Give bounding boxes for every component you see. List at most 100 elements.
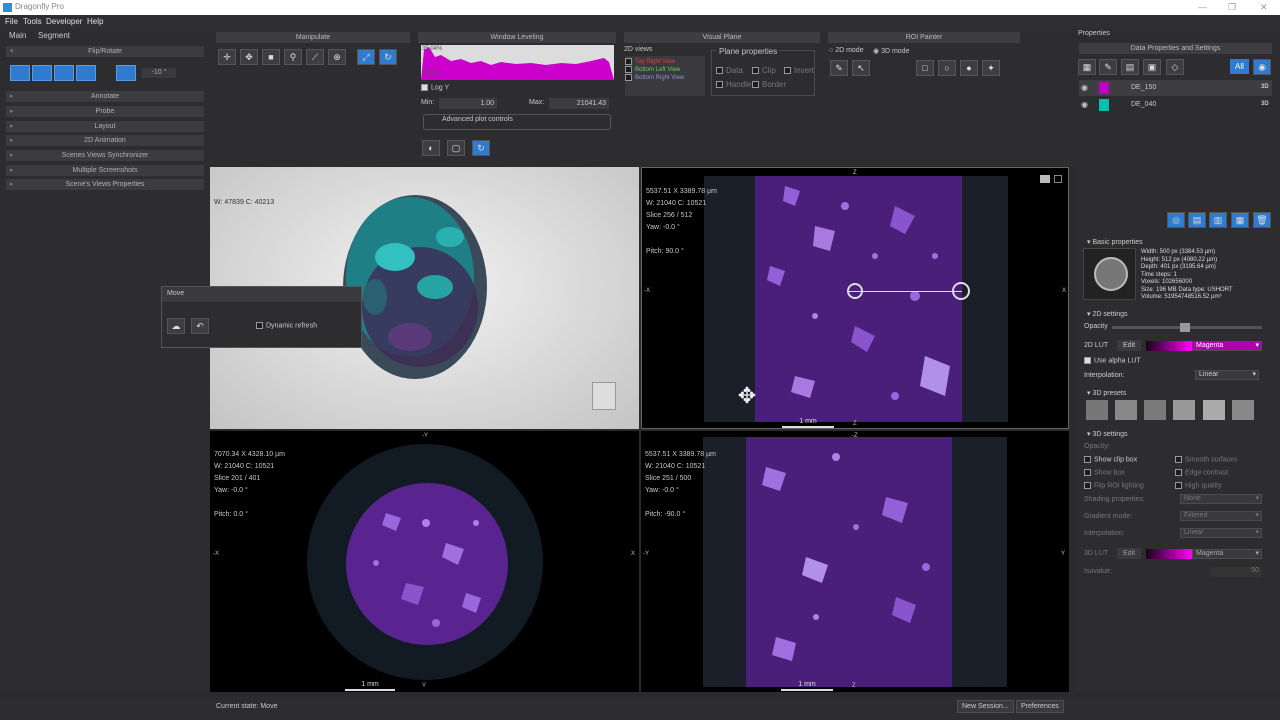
visibility-all-icon[interactable]: ◉	[1253, 59, 1271, 75]
3d-mode-radio[interactable]: ◉ 3D mode	[873, 47, 909, 55]
import-data-icon[interactable]: ▦	[1231, 212, 1249, 228]
show-clip-box-checkbox[interactable]: Show clip box	[1084, 456, 1137, 463]
edge-contrast-checkbox[interactable]: Edge contrast	[1175, 469, 1228, 476]
new-data-icon[interactable]: ▤	[1121, 59, 1139, 75]
flip-depth-button[interactable]	[54, 65, 74, 81]
orientation-cube-icon[interactable]	[592, 382, 616, 410]
preset-6-icon[interactable]	[1232, 400, 1254, 420]
undo-move-icon[interactable]: ↶	[191, 318, 209, 334]
section-2d-animation[interactable]: ▸ 2D Animation	[6, 135, 204, 146]
3d-settings-header[interactable]: ▾ 3D settings	[1087, 430, 1269, 440]
section-scene-views-properties[interactable]: ▸ Scene's Views Properties	[6, 179, 204, 190]
copy-data-icon[interactable]: ▤	[1188, 212, 1206, 228]
multi-data-icon[interactable]: ▣	[1143, 59, 1161, 75]
2d-interpolation-select[interactable]: Linear	[1195, 370, 1259, 380]
menu-file[interactable]: File	[5, 17, 18, 26]
shading-select[interactable]: None	[1180, 494, 1262, 504]
flip-horizontal-button[interactable]	[10, 65, 30, 81]
preset-4-icon[interactable]	[1173, 400, 1195, 420]
2d-lut-select[interactable]: Magenta	[1192, 341, 1262, 351]
section-multiple-screenshots[interactable]: ▸ Multiple Screenshots	[6, 165, 204, 176]
rotate-angle-field[interactable]: -10 °	[142, 68, 176, 78]
histogram[interactable]: 35.04% 0.00%	[421, 45, 614, 80]
all-button[interactable]: All	[1230, 59, 1249, 74]
section-layout[interactable]: ▸ Layout	[6, 121, 204, 132]
shape-data-icon[interactable]: ◇	[1166, 59, 1184, 75]
view-bottom-left[interactable]: 7070.34 X 4328.10 µm W: 21040 C: 10521 S…	[210, 431, 639, 692]
3d-interpolation-select[interactable]: Linear	[1180, 528, 1262, 538]
rotate-button[interactable]	[116, 65, 136, 81]
rotate-handle-icon[interactable]	[952, 282, 970, 300]
gradient-mode-select[interactable]: Filtered	[1180, 511, 1262, 521]
smooth-surfaces-checkbox[interactable]: Smooth surfaces	[1175, 456, 1238, 463]
fit-view-icon[interactable]: ⤢	[357, 49, 375, 65]
3d-lut-select[interactable]: Magenta	[1192, 549, 1262, 559]
2d-mode-radio[interactable]: ○ 2D mode	[829, 47, 864, 54]
grid-view-icon[interactable]: ▦	[1078, 59, 1096, 75]
preset-5-icon[interactable]	[1203, 400, 1225, 420]
dataset-row[interactable]: ◉ DE_040 3D	[1079, 97, 1272, 113]
reset-view-icon[interactable]: ↻	[379, 49, 397, 65]
3d-presets-header[interactable]: ▾ 3D presets	[1087, 389, 1269, 399]
flip-rotate-header[interactable]: ▾ Flip/Rotate	[6, 46, 204, 57]
section-scenes-sync[interactable]: ▸ Scenes Views Synchronizer	[6, 150, 204, 161]
eye-icon[interactable]: ◉	[1081, 100, 1088, 109]
smart-brush-icon[interactable]: ✦	[982, 60, 1000, 76]
opacity-slider[interactable]	[1112, 323, 1262, 332]
basic-properties-header[interactable]: ▾ Basic properties	[1087, 238, 1269, 248]
border-checkbox[interactable]: Border	[752, 80, 786, 89]
advanced-plot-controls[interactable]: Advanced plot controls	[423, 114, 611, 130]
max-field[interactable]: 21041.43	[549, 98, 609, 109]
3d-lut-edit-button[interactable]: Edit	[1117, 548, 1141, 559]
pointer-icon[interactable]: ↖	[852, 60, 870, 76]
section-annotate[interactable]: ▸ Annotate	[6, 91, 204, 102]
crosshair-tool-icon[interactable]: ⊕	[328, 49, 346, 65]
move-tool-icon[interactable]: ☁	[167, 318, 185, 334]
preferences-button[interactable]: Preferences	[1016, 700, 1064, 713]
region-icon[interactable]: ▢	[447, 140, 465, 156]
crosshair-handle-icon[interactable]	[847, 283, 863, 299]
zoom-tool-icon[interactable]: ⚲	[284, 49, 302, 65]
delete-data-icon[interactable]: 🗑	[1253, 212, 1271, 228]
handle-checkbox[interactable]: Handle	[716, 80, 751, 89]
invert-checkbox[interactable]: Invert	[784, 66, 814, 75]
preset-2-icon[interactable]	[1115, 400, 1137, 420]
edit-data-icon[interactable]: ✎	[1099, 59, 1117, 75]
flip-roi-lighting-checkbox[interactable]: Flip ROI lighting	[1084, 482, 1144, 489]
brush-icon[interactable]: ✎	[830, 60, 848, 76]
log-y-checkbox[interactable]: Log Y	[421, 84, 449, 91]
2d-lut-edit-button[interactable]: Edit	[1117, 340, 1141, 351]
view-top-right[interactable]: 5537.51 X 3389.78 µm W: 21040 C: 10521 S…	[641, 167, 1069, 429]
section-probe[interactable]: ▸ Probe	[6, 106, 204, 117]
tab-segment[interactable]: Segment	[38, 31, 70, 40]
screenshot-icon[interactable]	[1040, 175, 1050, 183]
isovalue-field[interactable]: 50	[1210, 567, 1262, 577]
view-bottom-left[interactable]: Bottom Left View	[625, 66, 705, 74]
dataset-row[interactable]: ◉ DE_150 3D	[1079, 80, 1272, 96]
circle-brush-icon[interactable]: ○	[938, 60, 956, 76]
data-checkbox[interactable]: Data	[716, 66, 743, 75]
min-field[interactable]: 1.00	[439, 98, 497, 109]
menu-tools[interactable]: Tools	[23, 17, 42, 26]
close-icon[interactable]: ✕	[1260, 2, 1268, 13]
contrast-icon[interactable]: ◐	[422, 140, 440, 156]
flip-vertical-button[interactable]	[32, 65, 52, 81]
menu-help[interactable]: Help	[87, 17, 103, 26]
new-session-button[interactable]: New Session...	[957, 700, 1014, 713]
alpha-lut-checkbox[interactable]: Use alpha LUT	[1084, 357, 1141, 364]
export-data-icon[interactable]: ▥	[1209, 212, 1227, 228]
high-quality-checkbox[interactable]: High quality	[1175, 482, 1222, 489]
clip-checkbox[interactable]: Clip	[752, 66, 776, 75]
tab-main[interactable]: Main	[9, 31, 26, 40]
sphere-brush-icon[interactable]: ●	[960, 60, 978, 76]
eye-icon[interactable]: ◉	[1081, 83, 1088, 92]
dynamic-refresh-checkbox[interactable]: Dynamic refresh	[256, 322, 317, 329]
view-bottom-right[interactable]: Bottom Right View	[625, 74, 705, 82]
view-top-right[interactable]: Top Right View	[625, 58, 705, 66]
data-action-icon[interactable]: ◎	[1167, 212, 1185, 228]
2d-settings-header[interactable]: ▾ 2D settings	[1087, 310, 1269, 320]
maximize-view-icon[interactable]	[1054, 175, 1062, 183]
move-handle-icon[interactable]: ✥	[732, 381, 762, 411]
select-tool-icon[interactable]: ✛	[218, 49, 236, 65]
pan-tool-icon[interactable]: ✥	[240, 49, 258, 65]
